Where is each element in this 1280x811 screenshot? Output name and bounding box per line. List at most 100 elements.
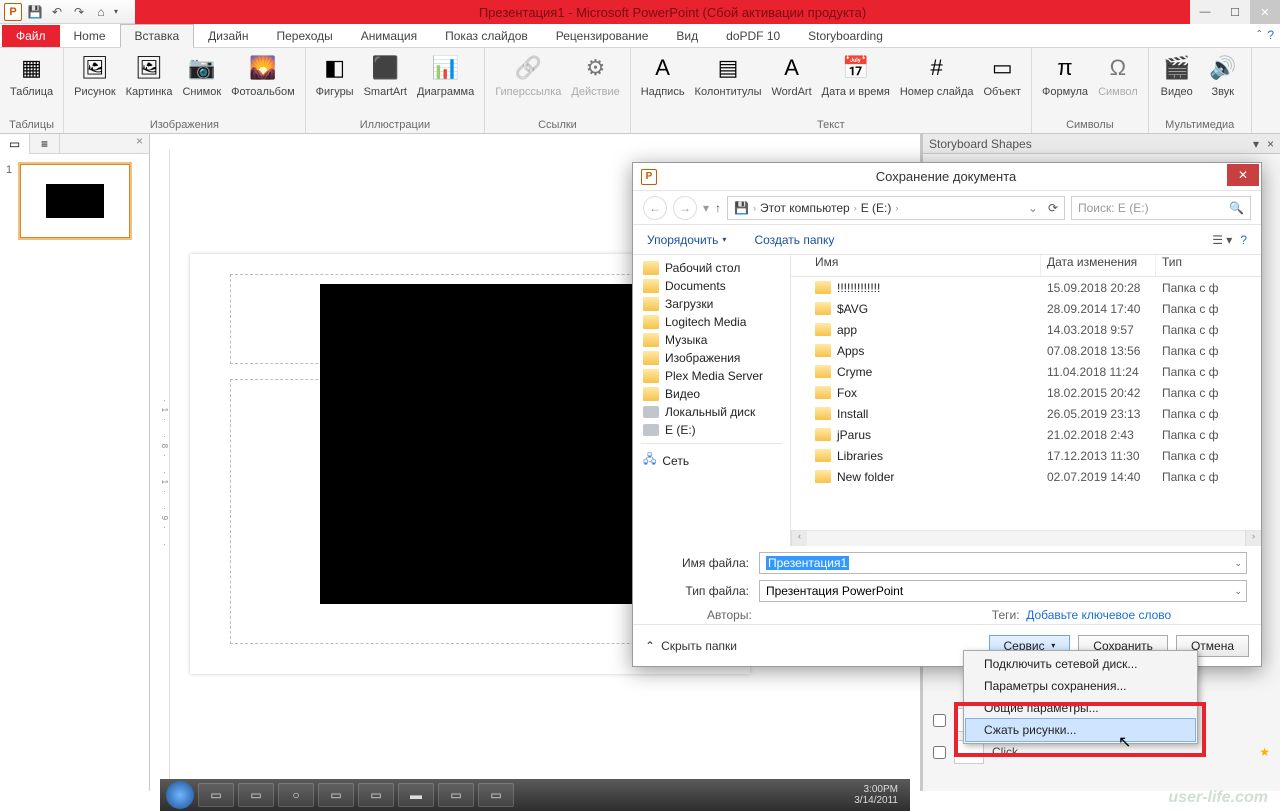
file-row[interactable]: Cryme11.04.2018 11:24Папка с ф [791,361,1261,382]
tree-item[interactable]: Plex Media Server [633,367,790,385]
column-type[interactable]: Тип [1156,255,1261,276]
tab-insert[interactable]: Вставка [120,24,195,48]
tree-item[interactable]: E (E:) [633,421,790,439]
address-bar[interactable]: 💾 › Этот компьютер › E (E:) › ⌄ ⟳ [727,196,1065,220]
tab-transitions[interactable]: Переходы [262,25,346,47]
tab-storyboarding[interactable]: Storyboarding [794,25,897,47]
menu-item[interactable]: Подключить сетевой диск... [966,653,1195,675]
qat-redo-icon[interactable]: ↷ [70,3,88,21]
tree-item[interactable]: Музыка [633,331,790,349]
tree-item[interactable]: Видео [633,385,790,403]
tab-view[interactable]: Вид [662,25,712,47]
filename-dropdown-icon[interactable]: ⌄ [1234,558,1242,569]
nav-up-button[interactable]: ↑ [715,201,721,215]
ribbon-button[interactable]: 🎬Видео [1155,50,1199,100]
breadcrumb-item[interactable]: E (E:) [861,201,892,215]
start-button[interactable] [166,781,194,809]
taskbar-app-icon[interactable]: ▭ [238,783,274,807]
dialog-help-icon[interactable]: ? [1240,233,1247,247]
side-pane-close-icon[interactable]: × [1267,137,1274,151]
filename-input[interactable]: Презентация1 ⌄ [759,552,1247,574]
hide-folders-button[interactable]: ⌃ Скрыть папки [645,639,737,653]
view-options-icon[interactable]: ☰ ▾ [1212,233,1232,247]
filetype-select[interactable]: Презентация PowerPoint ⌄ [759,580,1247,602]
menu-item[interactable]: Сжать рисунки... [965,718,1196,742]
column-name[interactable]: Имя [791,255,1041,276]
qat-dropdown-icon[interactable]: ▾ [114,7,122,16]
taskbar-app-icon[interactable]: ▬ [398,783,434,807]
file-list[interactable]: !!!!!!!!!!!!!15.09.2018 20:28Папка с ф$A… [791,277,1261,530]
slides-tab-thumbnails[interactable]: ▭ [0,134,30,154]
taskbar-app-icon[interactable]: ▭ [438,783,474,807]
qat-undo-icon[interactable]: ↶ [48,3,66,21]
taskbar-clock[interactable]: 3:00PM3/14/2011 [854,784,904,806]
tree-item-network[interactable]: 🖧Сеть [633,448,790,473]
tab-dopdf[interactable]: doPDF 10 [712,25,794,47]
ribbon-button[interactable]: 📅Дата и время [818,50,894,100]
nav-forward-button[interactable]: → [673,196,697,220]
file-row[interactable]: Libraries17.12.2013 11:30Папка с ф [791,445,1261,466]
file-row[interactable]: jParus21.02.2018 2:43Папка с ф [791,424,1261,445]
slide-thumbnail[interactable]: 1 [20,164,139,238]
window-close-button[interactable]: ✕ [1250,0,1280,24]
taskbar-explorer-icon[interactable]: ▭ [198,783,234,807]
organize-button[interactable]: Упорядочить ▾ [647,233,726,247]
ribbon-collapse-icon[interactable]: ˆ [1257,28,1261,42]
taskbar-app-icon[interactable]: ○ [278,783,314,807]
tab-review[interactable]: Рецензирование [542,25,663,47]
file-row[interactable]: !!!!!!!!!!!!!15.09.2018 20:28Папка с ф [791,277,1261,298]
tree-item[interactable]: Изображения [633,349,790,367]
taskbar-app-icon[interactable]: ▭ [478,783,514,807]
ribbon-button[interactable]: 🔊Звук [1201,50,1245,100]
nav-back-button[interactable]: ← [643,196,667,220]
slides-tab-outline[interactable]: ≡ [30,134,60,154]
file-row[interactable]: Install26.05.2019 23:13Папка с ф [791,403,1261,424]
file-list-header[interactable]: Имя Дата изменения Тип [791,255,1261,277]
storyboard-checkbox[interactable] [933,746,946,759]
tab-animation[interactable]: Анимация [347,25,431,47]
qat-home-icon[interactable]: ⌂ [92,3,110,21]
tab-slideshow[interactable]: Показ слайдов [431,25,542,47]
taskbar-app-icon[interactable]: ▭ [318,783,354,807]
slides-panel-close-icon[interactable]: × [130,134,149,153]
file-row[interactable]: New folder02.07.2019 14:40Папка с ф [791,466,1261,487]
column-date[interactable]: Дата изменения [1041,255,1156,276]
ribbon-button[interactable]: AWordArt [768,50,816,100]
nav-history-icon[interactable]: ▾ [703,201,709,215]
dialog-close-button[interactable]: ✕ [1227,164,1259,186]
window-restore-button[interactable]: ☐ [1220,0,1250,24]
ribbon-button[interactable]: AНадпись [637,50,689,100]
menu-item[interactable]: Параметры сохранения... [966,675,1195,697]
breadcrumb-item[interactable]: Этот компьютер [760,201,850,215]
folder-tree[interactable]: Рабочий столDocumentsЗагрузкиLogitech Me… [633,255,791,546]
filetype-dropdown-icon[interactable]: ⌄ [1234,586,1242,597]
ribbon-button[interactable]: 🖼Рисунок [70,50,120,100]
ribbon-button[interactable]: πФормула [1038,50,1092,100]
tab-file[interactable]: Файл [2,25,60,47]
tab-design[interactable]: Дизайн [194,25,262,47]
ribbon-button[interactable]: 🖼Картинка [122,50,177,100]
storyboard-checkbox[interactable] [933,714,946,727]
window-minimize-button[interactable]: — [1190,0,1220,24]
ribbon-button[interactable]: ▦Таблица [6,50,57,100]
file-row[interactable]: $AVG28.09.2014 17:40Папка с ф [791,298,1261,319]
file-row[interactable]: app14.03.2018 9:57Папка с ф [791,319,1261,340]
horizontal-scrollbar[interactable]: ‹› [791,530,1261,546]
tree-item[interactable]: Локальный диск [633,403,790,421]
tree-item[interactable]: Рабочий стол [633,259,790,277]
file-row[interactable]: Fox18.02.2015 20:42Папка с ф [791,382,1261,403]
side-pane-dropdown-icon[interactable]: ▾ [1253,137,1259,151]
tree-item[interactable]: Documents [633,277,790,295]
qat-save-icon[interactable]: 💾 [26,3,44,21]
black-rectangle-shape[interactable] [320,284,650,604]
address-dropdown-icon[interactable]: ⌄ [1028,201,1038,215]
tags-placeholder[interactable]: Добавьте ключевое слово [1026,608,1171,622]
refresh-icon[interactable]: ⟳ [1048,201,1058,215]
ribbon-button[interactable]: ◧Фигуры [312,50,358,100]
ribbon-button[interactable]: 📷Снимок [178,50,225,100]
ribbon-button[interactable]: 🌄Фотоальбом [227,50,299,100]
tab-home[interactable]: Home [60,25,120,47]
ribbon-button[interactable]: 📊Диаграмма [413,50,478,100]
ribbon-button[interactable]: #Номер слайда [896,50,978,100]
ribbon-button[interactable]: ▭Объект [980,50,1025,100]
